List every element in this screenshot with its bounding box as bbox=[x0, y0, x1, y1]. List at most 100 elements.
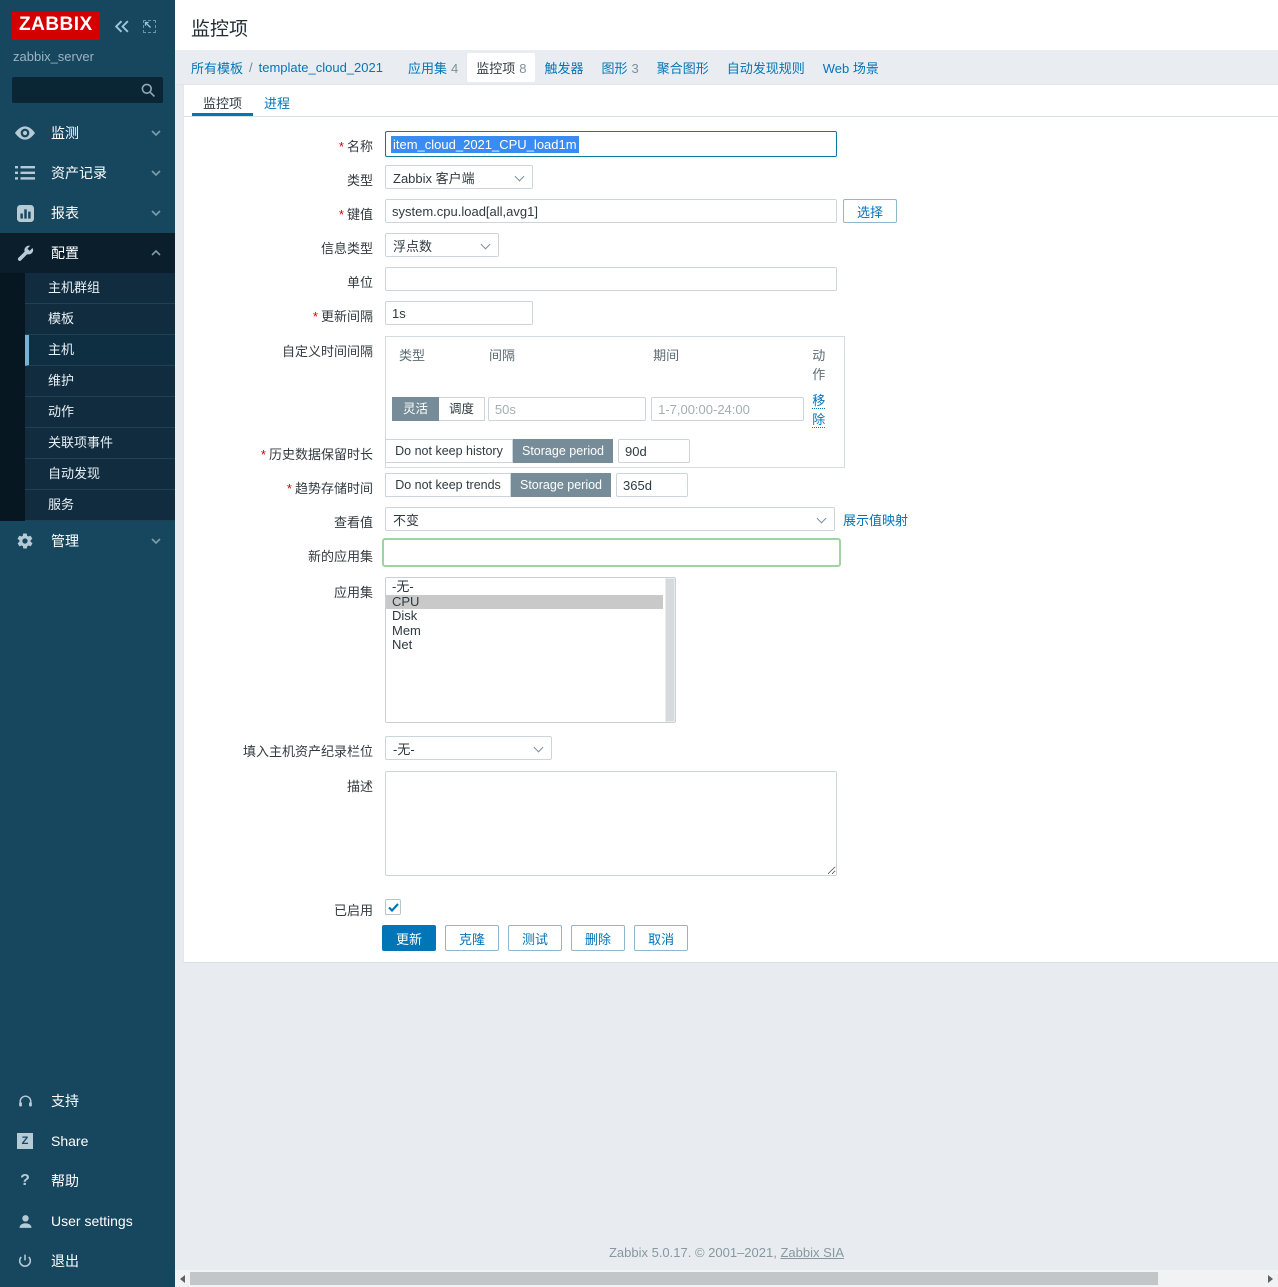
inventory-link-select[interactable]: -无- bbox=[385, 736, 552, 760]
field-label: 类型 bbox=[184, 165, 373, 189]
history-storage-period-button[interactable]: Storage period bbox=[513, 439, 613, 463]
column-header: 类型 bbox=[392, 345, 488, 383]
interval-type-scheduling-button[interactable]: 调度 bbox=[439, 397, 485, 421]
sidebar-item-support[interactable]: 支持 bbox=[0, 1081, 175, 1121]
sidebar-item-monitoring[interactable]: 监测 bbox=[0, 113, 175, 153]
form-row-new-application: 新的应用集 bbox=[184, 538, 1278, 567]
sidebar-item-label: Share bbox=[51, 1133, 161, 1149]
key-input[interactable] bbox=[385, 199, 837, 223]
interval-type-flexible-button[interactable]: 灵活 bbox=[392, 397, 439, 421]
interval-delay-input[interactable] bbox=[488, 397, 646, 421]
delete-button[interactable]: 删除 bbox=[571, 925, 625, 951]
sidebar-item-configuration[interactable]: 配置 bbox=[0, 233, 175, 273]
chevron-up-icon bbox=[151, 250, 161, 256]
sidebar-subitem-discovery[interactable]: 自动发现 bbox=[25, 459, 175, 490]
listbox-option[interactable]: -无- bbox=[386, 580, 663, 595]
expand-sidebar-icon[interactable] bbox=[143, 20, 156, 33]
listbox-scrollbar[interactable] bbox=[665, 578, 675, 722]
nav-graphs[interactable]: 图形3 bbox=[592, 53, 647, 82]
nav-applications[interactable]: 应用集4 bbox=[399, 53, 467, 82]
column-header: 期间 bbox=[651, 345, 808, 383]
form-row-info-type: 信息类型 浮点数 bbox=[184, 233, 1278, 257]
clone-button[interactable]: 克隆 bbox=[445, 925, 499, 951]
sidebar-item-inventory[interactable]: 资产记录 bbox=[0, 153, 175, 193]
sidebar-subitem-event-correlation[interactable]: 关联项事件 bbox=[25, 428, 175, 459]
field-label: *更新间隔 bbox=[184, 301, 373, 325]
breadcrumb-all-templates-link[interactable]: 所有模板 bbox=[191, 58, 243, 77]
sidebar-item-share[interactable]: Z Share bbox=[0, 1121, 175, 1161]
sidebar-subitem-maintenance[interactable]: 维护 bbox=[25, 366, 175, 397]
key-select-button[interactable]: 选择 bbox=[843, 199, 897, 223]
field-label: 单位 bbox=[184, 267, 373, 291]
listbox-option-selected[interactable]: CPU bbox=[386, 595, 663, 610]
main-content: 监控项 所有模板 / template_cloud_2021 应用集4 监控项8… bbox=[175, 0, 1278, 1287]
interval-period-input[interactable] bbox=[651, 397, 804, 421]
sidebar-subitem-services[interactable]: 服务 bbox=[25, 490, 175, 521]
nav-screens[interactable]: 聚合图形 bbox=[648, 53, 718, 82]
test-button[interactable]: 测试 bbox=[508, 925, 562, 951]
field-label: 应用集 bbox=[184, 577, 373, 601]
show-value-select[interactable]: 不变 bbox=[385, 507, 835, 531]
zabbix-logo[interactable]: ZABBIX bbox=[12, 12, 100, 40]
listbox-option[interactable]: Disk bbox=[386, 609, 663, 624]
sidebar-item-administration[interactable]: 管理 bbox=[0, 521, 175, 561]
form-tabs: 监控项 进程 bbox=[184, 85, 1278, 117]
new-application-input[interactable] bbox=[387, 542, 836, 564]
scroll-left-arrow[interactable] bbox=[180, 1275, 185, 1283]
chevron-down-icon bbox=[151, 130, 161, 136]
nav-triggers[interactable]: 触发器 bbox=[535, 53, 592, 82]
sidebar-subitem-templates[interactable]: 模板 bbox=[25, 304, 175, 335]
listbox-option[interactable]: Mem bbox=[386, 624, 663, 639]
sidebar-item-logout[interactable]: 退出 bbox=[0, 1241, 175, 1281]
update-interval-input[interactable] bbox=[385, 301, 533, 325]
sidebar-subitem-actions[interactable]: 动作 bbox=[25, 397, 175, 428]
info-type-select[interactable]: 浮点数 bbox=[385, 233, 499, 257]
form-row-units: 单位 bbox=[184, 267, 1278, 291]
tab-item[interactable]: 监控项 bbox=[192, 85, 253, 116]
sidebar-footer: 支持 Z Share ? 帮助 User settings 退出 bbox=[0, 1081, 175, 1281]
scrollbar-thumb[interactable] bbox=[190, 1272, 1158, 1285]
sidebar-item-reports[interactable]: 报表 bbox=[0, 193, 175, 233]
breadcrumb-template-link[interactable]: template_cloud_2021 bbox=[259, 60, 383, 75]
update-button[interactable]: 更新 bbox=[382, 925, 436, 951]
listbox-option[interactable]: Net bbox=[386, 638, 663, 653]
power-icon bbox=[14, 1253, 36, 1269]
tab-preprocessing[interactable]: 进程 bbox=[253, 85, 301, 116]
history-off-button[interactable]: Do not keep history bbox=[385, 439, 513, 463]
applications-listbox: -无- CPU Disk Mem Net bbox=[385, 577, 676, 723]
nav-discovery-rules[interactable]: 自动发现规则 bbox=[718, 53, 814, 82]
show-value-mappings-link[interactable]: 展示值映射 bbox=[843, 510, 908, 529]
nav-web-scenarios[interactable]: Web 场景 bbox=[814, 53, 888, 82]
interval-remove-link[interactable]: 移除 bbox=[812, 393, 825, 428]
required-marker: * bbox=[261, 447, 266, 462]
description-textarea[interactable] bbox=[385, 771, 837, 876]
title-band: 监控项 bbox=[175, 0, 1278, 50]
search-input[interactable] bbox=[12, 83, 140, 98]
history-period-input[interactable] bbox=[618, 439, 690, 463]
form-row-description: 描述 bbox=[184, 771, 1278, 876]
form-row-update-interval: *更新间隔 bbox=[184, 301, 1278, 325]
gear-icon bbox=[14, 532, 36, 550]
type-select[interactable]: Zabbix 客户端 bbox=[385, 165, 533, 189]
listbox-scrollbar-thumb[interactable] bbox=[666, 579, 674, 721]
breadcrumb-nav: 应用集4 监控项8 触发器 图形3 聚合图形 自动发现规则 Web 场景 bbox=[399, 53, 888, 82]
sidebar-item-user-settings[interactable]: User settings bbox=[0, 1201, 175, 1241]
nav-items[interactable]: 监控项8 bbox=[467, 53, 535, 82]
scroll-right-arrow[interactable] bbox=[1268, 1275, 1273, 1283]
form-row-type: 类型 Zabbix 客户端 bbox=[184, 165, 1278, 189]
sidebar-item-help[interactable]: ? 帮助 bbox=[0, 1161, 175, 1201]
collapse-sidebar-icon[interactable] bbox=[113, 20, 130, 33]
search-icon[interactable] bbox=[140, 82, 163, 98]
sidebar-subitem-hosts[interactable]: 主机 bbox=[25, 335, 175, 366]
chevron-down-icon bbox=[151, 538, 161, 544]
cancel-button[interactable]: 取消 bbox=[634, 925, 688, 951]
footer-zabbix-sia-link[interactable]: Zabbix SIA bbox=[780, 1245, 844, 1260]
units-input[interactable] bbox=[385, 267, 837, 291]
sidebar-subitem-host-groups[interactable]: 主机群组 bbox=[25, 273, 175, 304]
name-input[interactable]: item_cloud_2021_CPU_load1m bbox=[385, 131, 837, 157]
horizontal-scrollbar[interactable] bbox=[175, 1270, 1278, 1287]
trends-storage-period-button[interactable]: Storage period bbox=[511, 473, 611, 497]
enabled-checkbox[interactable] bbox=[385, 899, 401, 915]
trends-period-input[interactable] bbox=[616, 473, 688, 497]
trends-off-button[interactable]: Do not keep trends bbox=[385, 473, 511, 497]
